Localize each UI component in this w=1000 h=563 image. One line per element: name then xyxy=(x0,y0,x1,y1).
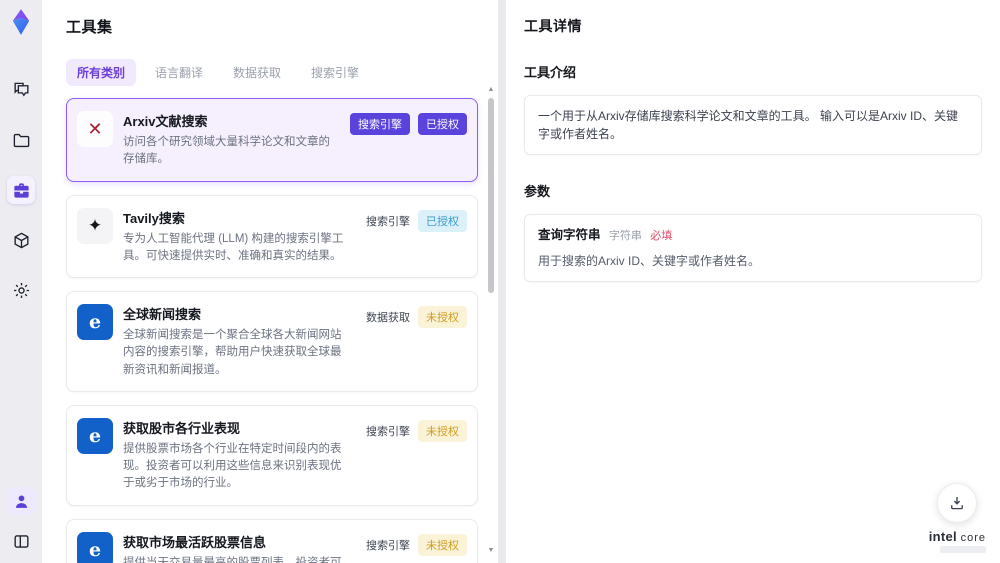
tool-description: 专为人工智能代理 (LLM) 构建的搜索引擎工具。可快速提供实时、准确和真实的结… xyxy=(123,232,344,262)
intro-heading: 工具介绍 xyxy=(524,65,577,80)
page-title: 工具集 xyxy=(66,19,113,36)
tool-card-active-stocks[interactable]: e 获取市场最活跃股票信息 提供当天交易量最高的股票列表，投资者可以利用这些信息… xyxy=(66,518,478,563)
param-header: 查询字符串 字符串 必填 xyxy=(538,226,968,245)
gear-icon[interactable] xyxy=(7,276,35,304)
tool-card-tavily[interactable]: ✦ Tavily搜索 专为人工智能代理 (LLM) 构建的搜索引擎工具。可快速提… xyxy=(66,194,478,278)
user-icon[interactable] xyxy=(7,487,35,515)
stock-blue-icon: e xyxy=(77,417,113,454)
tool-description: 全球新闻搜索是一个聚合全球各大新闻网站内容的搜索引擎，帮助用户快速获取全球最新资… xyxy=(123,329,342,376)
tab-all-categories[interactable]: 所有类别 xyxy=(66,59,137,86)
tool-card-sector-performance[interactable]: e 获取股市各行业表现 提供股票市场各个行业在特定时间段内的表现。投资者可以利用… xyxy=(66,404,478,506)
tab-language-translation[interactable]: 语言翻译 xyxy=(144,59,214,86)
tool-details-panel: 工具详情 工具介绍 一个用于从Arxiv存储库搜索科学论文和文章的工具。 输入可… xyxy=(506,0,1000,563)
tool-name: Tavily搜索 xyxy=(123,210,185,226)
icon-rail xyxy=(0,0,42,563)
scrollbar-thumb[interactable] xyxy=(488,98,494,293)
tools-panel: 工具集 所有类别 语言翻译 数据获取 搜索引擎 ✕ Arxiv文献搜索 访问各个… xyxy=(42,0,498,563)
category-tabs: 所有类别 语言翻译 数据获取 搜索引擎 xyxy=(66,59,498,86)
layout-panel-icon[interactable] xyxy=(7,527,35,555)
intel-logo-subtext xyxy=(940,546,986,553)
auth-badge: 已授权 xyxy=(418,113,467,135)
folder-icon[interactable] xyxy=(7,126,35,154)
tool-name: 获取市场最活跃股票信息 xyxy=(123,534,267,550)
scroll-up-icon[interactable]: ▲ xyxy=(488,86,495,94)
category-badge: 搜索引擎 xyxy=(366,539,410,552)
param-box: 查询字符串 字符串 必填 用于搜索的Arxiv ID、关键字或作者姓名。 xyxy=(524,214,982,282)
auth-badge: 已授权 xyxy=(418,209,467,232)
tool-description: 访问各个研究领域大量科学论文和文章的存储库。 xyxy=(123,136,330,166)
param-type: 字符串 xyxy=(608,230,642,242)
list-scrollbar[interactable]: ▲ ▼ xyxy=(486,86,496,555)
tool-name: 全球新闻搜索 xyxy=(123,307,202,322)
category-badge: 搜索引擎 xyxy=(366,215,410,228)
news-blue-icon: e xyxy=(77,304,113,340)
tool-list: ✕ Arxiv文献搜索 访问各个研究领域大量科学论文和文章的存储库。 搜索引擎 … xyxy=(66,98,498,563)
toolbox-icon[interactable] xyxy=(7,176,35,204)
tool-description: 提供股票市场各个行业在特定时间段内的表现。投资者可以利用这些信息来识别表现优于或… xyxy=(123,442,342,490)
auth-badge: 未授权 xyxy=(418,419,467,442)
tab-data-fetch[interactable]: 数据获取 xyxy=(222,59,292,86)
auth-badge: 未授权 xyxy=(418,306,467,328)
cube-icon[interactable] xyxy=(7,226,35,254)
scroll-down-icon[interactable]: ▼ xyxy=(488,547,495,555)
tool-card-global-news[interactable]: e 全球新闻搜索 全球新闻搜索是一个聚合全球各大新闻网站内容的搜索引擎，帮助用户… xyxy=(66,291,478,392)
intel-core-logo: intel core xyxy=(928,529,986,544)
sparkle-icon: ✦ xyxy=(77,207,113,244)
stock-blue-icon: e xyxy=(77,531,113,563)
arxiv-icon: ✕ xyxy=(77,111,113,147)
param-required-badge: 必填 xyxy=(650,230,673,242)
tool-intro-box: 一个用于从Arxiv存储库搜索科学论文和文章的工具。 输入可以是Arxiv ID… xyxy=(524,95,982,155)
tool-description: 提供当天交易量最高的股票列表，投资者可以利用这些信息来识别流动性强的股票和潜在的… xyxy=(123,556,342,563)
details-title: 工具详情 xyxy=(524,18,582,34)
params-heading: 参数 xyxy=(524,184,551,199)
download-button[interactable] xyxy=(937,483,978,523)
category-badge: 数据获取 xyxy=(366,312,410,324)
category-badge: 搜索引擎 xyxy=(366,425,410,438)
tool-name: 获取股市各行业表现 xyxy=(123,420,241,436)
tool-card-arxiv[interactable]: ✕ Arxiv文献搜索 访问各个研究领域大量科学论文和文章的存储库。 搜索引擎 … xyxy=(66,98,478,182)
app-logo-gem-icon xyxy=(7,8,35,36)
tool-name: Arxiv文献搜索 xyxy=(123,114,208,129)
corner-widgets: intel core xyxy=(929,483,986,553)
tab-search-engine[interactable]: 搜索引擎 xyxy=(300,59,370,86)
chat-icon[interactable] xyxy=(7,76,35,104)
param-description: 用于搜索的Arxiv ID、关键字或作者姓名。 xyxy=(538,253,761,268)
category-badge: 搜索引擎 xyxy=(350,113,410,135)
auth-badge: 未授权 xyxy=(418,533,467,556)
param-name: 查询字符串 xyxy=(538,228,601,242)
app-window: 工具集 所有类别 语言翻译 数据获取 搜索引擎 ✕ Arxiv文献搜索 访问各个… xyxy=(0,0,1000,563)
